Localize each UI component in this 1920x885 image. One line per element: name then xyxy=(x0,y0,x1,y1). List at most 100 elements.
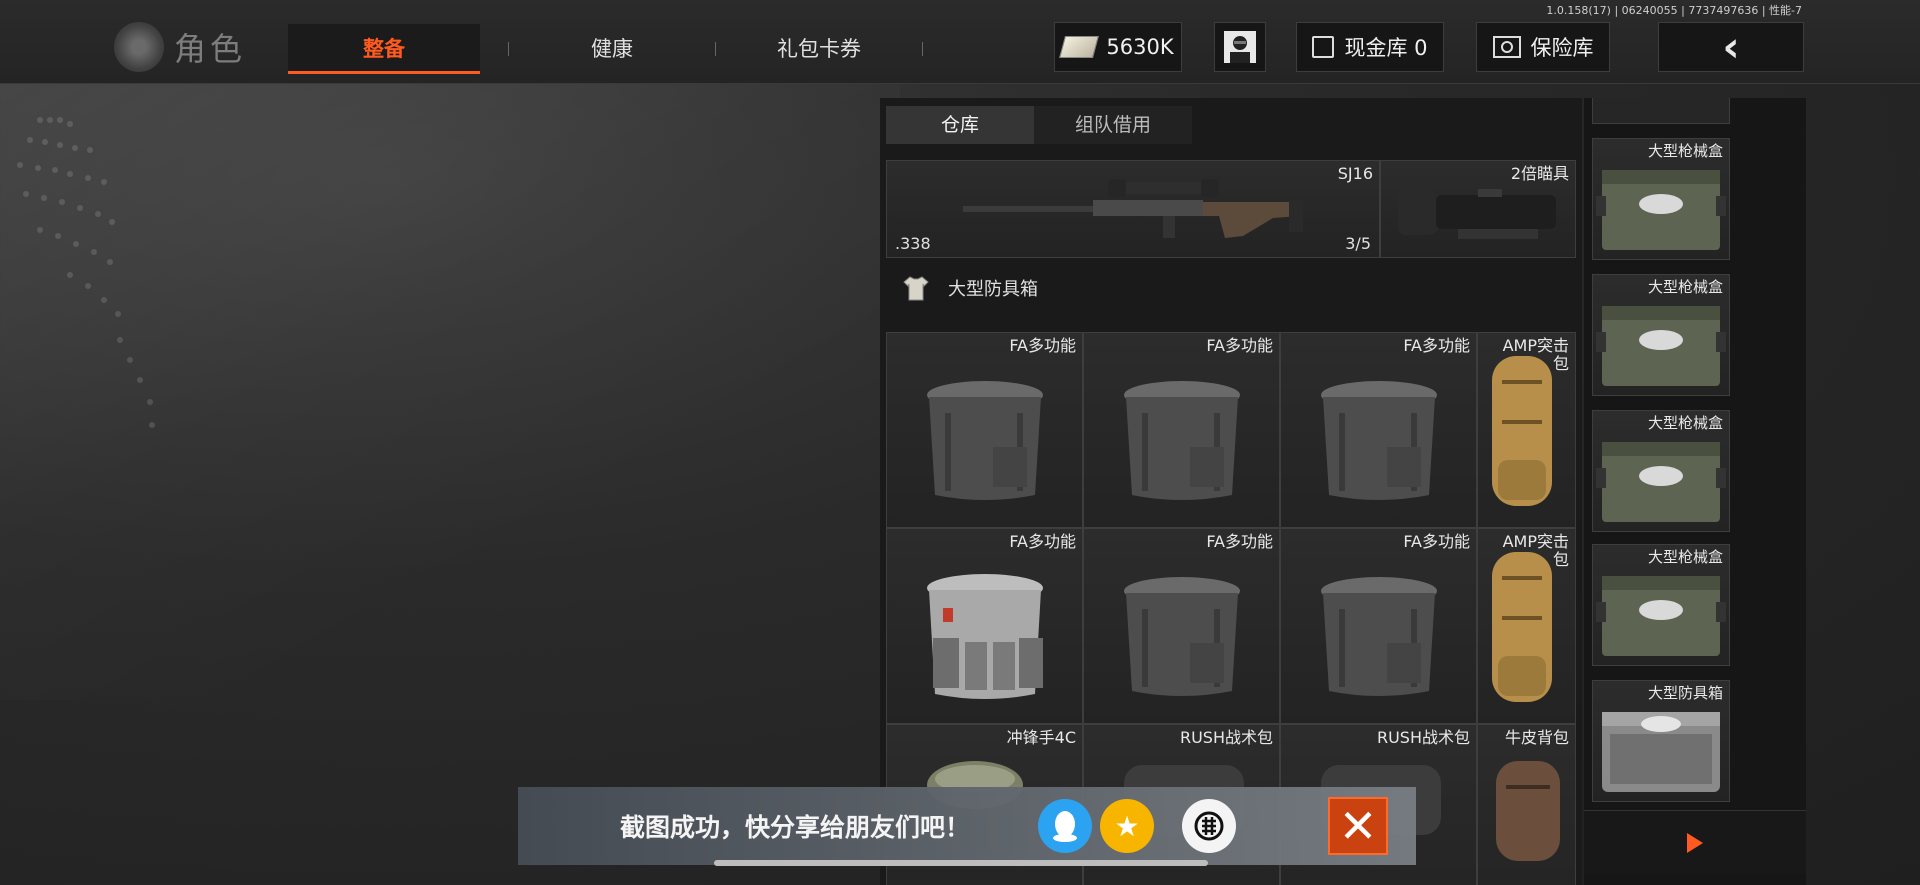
tab-divider xyxy=(508,42,509,56)
assault-pack-icon xyxy=(1491,552,1552,702)
item-slot-fa-pouch[interactable]: FA多功能 xyxy=(1083,528,1280,724)
tab-health[interactable]: 健康 xyxy=(537,24,687,74)
vault-icon xyxy=(1312,36,1335,58)
item-slot-amp-pack[interactable]: AMP突击包 xyxy=(1477,332,1576,528)
item-name: 牛皮背包 xyxy=(1504,728,1569,747)
section-header: 大型防具箱 xyxy=(902,274,1038,302)
qq-icon[interactable] xyxy=(1038,799,1092,853)
share-other-icon[interactable] xyxy=(1182,799,1236,853)
safe-button[interactable]: 保险库 xyxy=(1476,22,1610,72)
cash-vault-label: 现金库 0 xyxy=(1344,36,1428,60)
qzone-icon[interactable]: ★ xyxy=(1100,799,1154,853)
scope-name: 2倍瞄具 xyxy=(1510,164,1569,183)
scope-slot[interactable]: 2倍瞄具 xyxy=(1380,160,1576,258)
inventory-subtabs: 仓库 组队借用 xyxy=(886,106,1192,144)
item-name: FA多功能 xyxy=(1403,336,1470,355)
grid-row: FA多功能 FA多功能 FA多功能 AMP突击包 xyxy=(886,528,1576,724)
globe-icon xyxy=(114,22,164,72)
tab-equip[interactable]: 整备 xyxy=(288,24,480,74)
weapon-case-slot[interactable]: 大型枪械盒 xyxy=(1592,544,1730,666)
shirt-icon xyxy=(903,276,929,301)
safe-icon xyxy=(1492,36,1521,58)
item-slot-fa-pouch-white[interactable]: FA多功能 xyxy=(886,528,1083,724)
item-name: 冲锋手4C xyxy=(1006,728,1076,747)
dump-pouch-icon xyxy=(926,380,1043,500)
main-tabs: 整备 健康 礼包卡券 xyxy=(288,24,951,74)
share-app-icon xyxy=(1194,811,1224,841)
safe-label: 保险库 xyxy=(1530,36,1594,60)
inventory-panel: 仓库 组队借用 SJ16 .338 3/5 2倍瞄具 大型防具箱 FA多功能 F… xyxy=(880,98,1582,885)
partial-slot xyxy=(1592,98,1730,124)
version-info: 1.0.158(17) | 06240055 | 7737497636 | 性能… xyxy=(1546,4,1802,17)
toast-message: 截图成功，快分享给朋友们吧！ xyxy=(620,813,971,842)
cash-value: 5630K xyxy=(1106,35,1174,59)
item-slot-fa-pouch[interactable]: FA多功能 xyxy=(1280,332,1477,528)
item-name: AMP突击包 xyxy=(1502,336,1569,374)
weapon-ammo: 3/5 xyxy=(1345,234,1371,253)
role-header[interactable]: 角色 xyxy=(114,22,246,72)
cash-icon xyxy=(1059,36,1100,58)
item-slot-fa-pouch[interactable]: FA多功能 xyxy=(1083,332,1280,528)
toast-close-button[interactable]: ✕ xyxy=(1328,797,1388,855)
item-slot-fa-pouch[interactable]: FA多功能 xyxy=(886,332,1083,528)
subtab-team-borrow[interactable]: 组队借用 xyxy=(1034,106,1192,144)
grid-row: FA多功能 FA多功能 FA多功能 AMP突击包 xyxy=(886,332,1576,528)
weapon-case-slot[interactable]: 大型枪械盒 xyxy=(1592,410,1730,532)
subtab-warehouse[interactable]: 仓库 xyxy=(886,106,1034,144)
world-map-background xyxy=(17,117,155,428)
sniper-rifle-icon xyxy=(963,178,1303,238)
dump-pouch-white-icon xyxy=(926,573,1043,699)
item-name: 大型枪械盒 xyxy=(1647,278,1723,296)
role-label: 角色 xyxy=(174,30,247,68)
cash-vault-button[interactable]: 现金库 0 xyxy=(1296,22,1444,72)
weapon-case-icon xyxy=(1596,170,1726,251)
screenshot-toast: 截图成功，快分享给朋友们吧！ ★ ✕ xyxy=(518,787,1416,865)
item-name: FA多功能 xyxy=(1009,532,1076,551)
item-name: FA多功能 xyxy=(1206,336,1273,355)
section-title: 大型防具箱 xyxy=(948,279,1038,300)
weapon-case-icon xyxy=(1596,576,1726,657)
star-icon: ★ xyxy=(1114,809,1140,843)
tab-gift-cards[interactable]: 礼包卡券 xyxy=(744,24,894,74)
armor-case-icon xyxy=(1602,712,1720,793)
item-name: RUSH战术包 xyxy=(1376,728,1470,747)
item-name: 大型枪械盒 xyxy=(1647,548,1723,566)
close-icon: ✕ xyxy=(1338,799,1378,853)
arrow-right-icon xyxy=(1687,832,1703,853)
weapon-row: SJ16 .338 3/5 2倍瞄具 xyxy=(886,160,1576,258)
dump-pouch-icon xyxy=(1320,576,1437,696)
item-slot-amp-pack[interactable]: AMP突击包 xyxy=(1477,528,1576,724)
back-button[interactable]: ‹ xyxy=(1658,22,1804,72)
avatar-button[interactable] xyxy=(1214,22,1266,72)
weapon-case-icon xyxy=(1596,306,1726,387)
home-indicator[interactable] xyxy=(714,860,1208,866)
weapon-caliber: .338 xyxy=(895,234,931,253)
assault-pack-icon xyxy=(1491,356,1552,506)
dump-pouch-icon xyxy=(1123,576,1240,696)
item-name: 大型枪械盒 xyxy=(1647,142,1723,160)
operator-avatar-icon xyxy=(1224,31,1256,63)
weapon-case-icon xyxy=(1596,442,1726,523)
item-name: FA多功能 xyxy=(1009,336,1076,355)
item-name: FA多功能 xyxy=(1206,532,1273,551)
leather-backpack-icon xyxy=(1496,761,1560,861)
item-name: 大型枪械盒 xyxy=(1647,414,1723,432)
item-slot-fa-pouch[interactable]: FA多功能 xyxy=(1280,528,1477,724)
equipped-column: 大型枪械盒 大型枪械盒 大型枪械盒 大型枪械盒 大型防具箱 xyxy=(1584,98,1806,885)
next-page-button[interactable] xyxy=(1584,810,1806,874)
weapon-slot-sj16[interactable]: SJ16 .338 3/5 xyxy=(886,160,1380,258)
chevron-left-icon: ‹ xyxy=(1722,22,1740,71)
tab-divider xyxy=(922,42,923,56)
top-bar: 1.0.158(17) | 06240055 | 7737497636 | 性能… xyxy=(0,0,1920,84)
item-slot-leather-backpack[interactable]: 牛皮背包 xyxy=(1477,724,1576,885)
item-name: FA多功能 xyxy=(1403,532,1470,551)
weapon-case-slot[interactable]: 大型枪械盒 xyxy=(1592,138,1730,260)
item-name: RUSH战术包 xyxy=(1179,728,1273,747)
tab-divider xyxy=(715,42,716,56)
weapon-name: SJ16 xyxy=(1337,164,1373,183)
weapon-case-slot[interactable]: 大型枪械盒 xyxy=(1592,274,1730,396)
item-name: 大型防具箱 xyxy=(1647,684,1723,702)
armor-case-slot[interactable]: 大型防具箱 xyxy=(1592,680,1730,802)
dump-pouch-icon xyxy=(1123,380,1240,500)
cash-balance[interactable]: 5630K xyxy=(1054,22,1182,72)
